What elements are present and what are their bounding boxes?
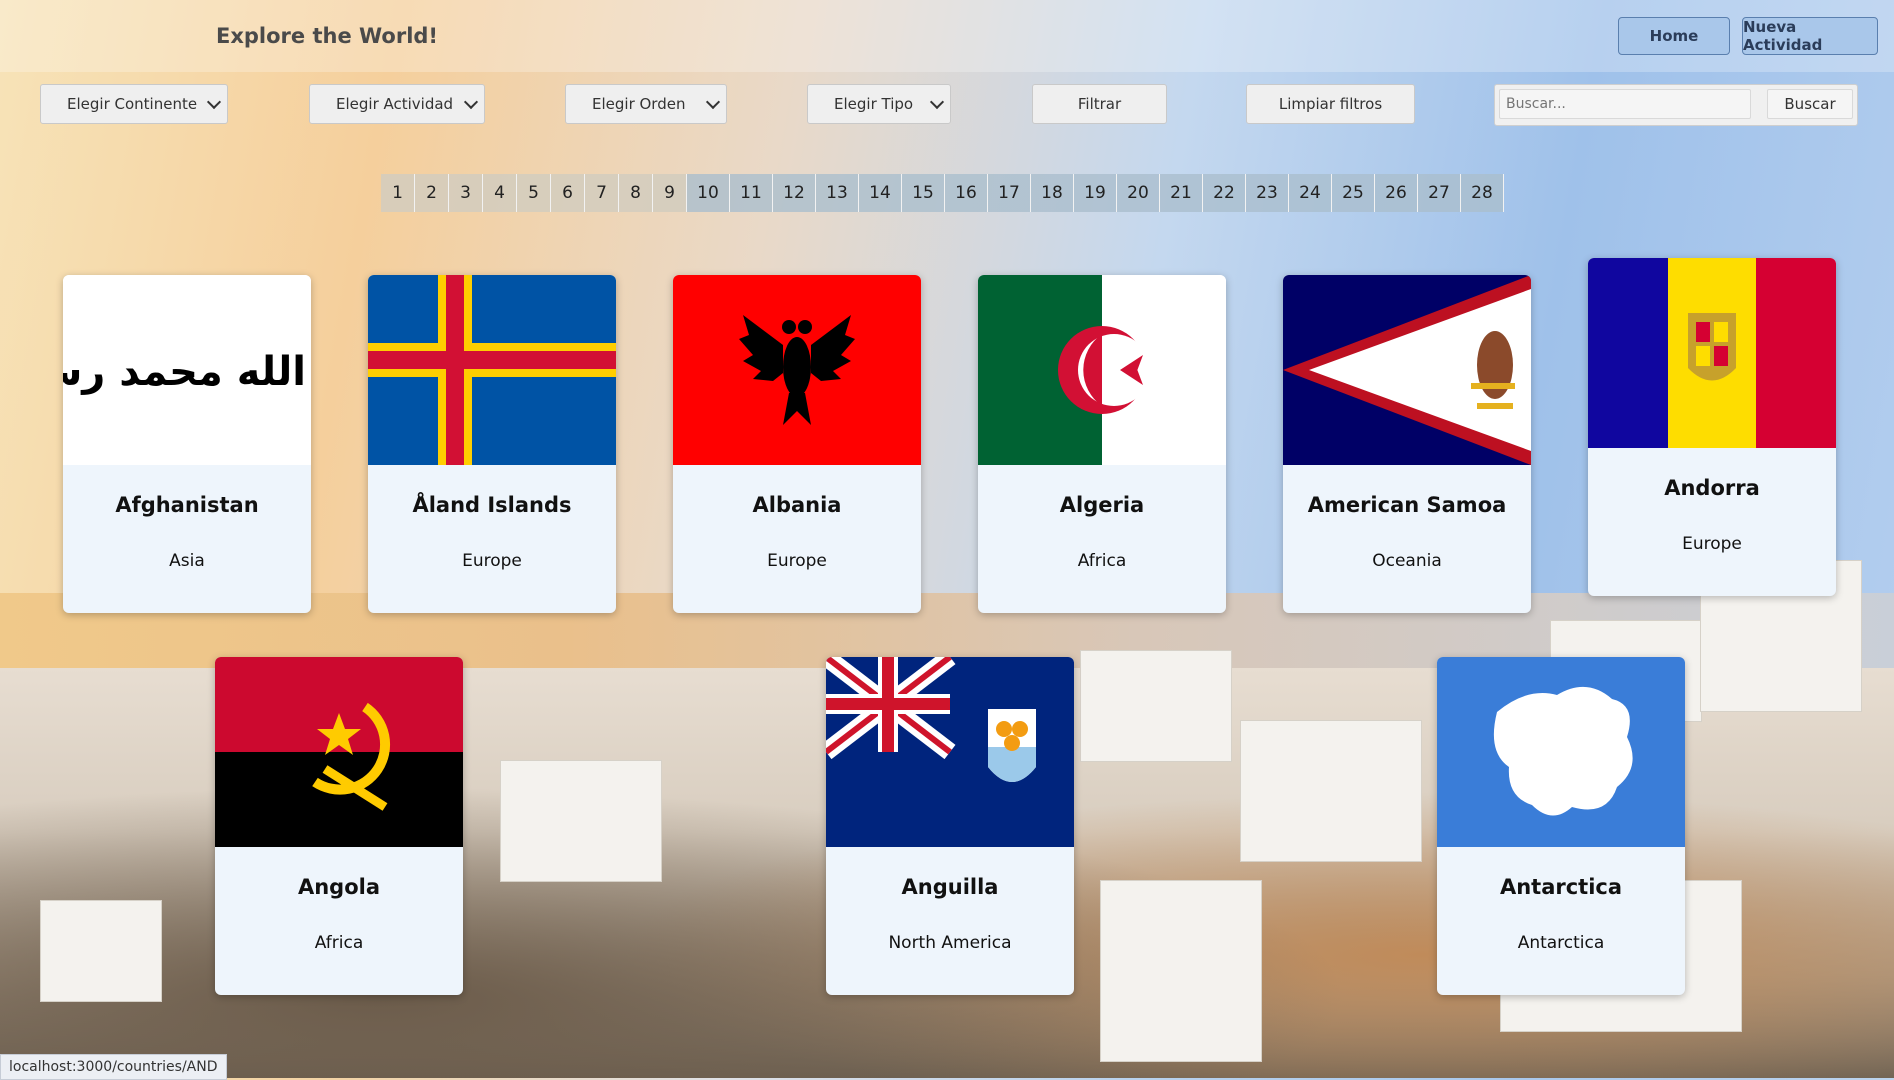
country-continent: North America: [888, 933, 1012, 953]
page-button[interactable]: 15: [902, 174, 945, 212]
country-name: American Samoa: [1307, 493, 1507, 517]
order-select[interactable]: Elegir Orden: [565, 84, 727, 124]
search-button[interactable]: Buscar: [1767, 89, 1853, 119]
page-button[interactable]: 7: [585, 174, 619, 212]
clear-filters-button[interactable]: Limpiar filtros: [1246, 84, 1415, 124]
chevron-down-icon: [206, 94, 222, 110]
page-button[interactable]: 14: [859, 174, 902, 212]
country-continent: Africa: [1077, 551, 1127, 571]
page-button[interactable]: 6: [551, 174, 585, 212]
flag-algeria: [978, 275, 1226, 465]
type-select-value: Elegir Tipo: [834, 95, 914, 113]
page-button[interactable]: 28: [1461, 174, 1504, 212]
page-button[interactable]: 9: [653, 174, 687, 212]
flag-albania: [673, 275, 921, 465]
country-card-afghanistan[interactable]: لا اله الا الله محمد رسول الله Afghanist…: [63, 275, 311, 613]
page-button[interactable]: 27: [1418, 174, 1461, 212]
page-button[interactable]: 25: [1332, 174, 1375, 212]
flag-andorra: [1588, 258, 1836, 448]
pagination: 1 2 3 4 5 6 7 8 9 10 11 12 13 14 15 16 1…: [381, 174, 1504, 212]
page-button[interactable]: 16: [945, 174, 988, 212]
country-name: Antarctica: [1499, 875, 1623, 899]
country-name: Andorra: [1664, 476, 1760, 500]
page-button[interactable]: 20: [1117, 174, 1160, 212]
country-name: Algeria: [1059, 493, 1145, 517]
country-continent: Europe: [462, 551, 522, 571]
new-activity-button[interactable]: Nueva Actividad: [1742, 17, 1878, 55]
flag-american-samoa: [1283, 275, 1531, 465]
country-continent: Europe: [767, 551, 827, 571]
page-button[interactable]: 8: [619, 174, 653, 212]
country-name: Albania: [752, 493, 842, 517]
country-name: Anguilla: [901, 875, 999, 899]
page-button[interactable]: 5: [517, 174, 551, 212]
flag-antarctica: [1437, 657, 1685, 847]
continent-select-value: Elegir Continente: [67, 95, 198, 113]
country-continent: Europe: [1682, 534, 1742, 554]
country-continent: Antarctica: [1517, 933, 1605, 953]
country-name: Angola: [297, 875, 381, 899]
search-form: Buscar: [1494, 84, 1858, 126]
country-card-albania[interactable]: Albania Europe: [673, 275, 921, 613]
page-button[interactable]: 26: [1375, 174, 1418, 212]
page-button[interactable]: 19: [1074, 174, 1117, 212]
continent-select[interactable]: Elegir Continente: [40, 84, 228, 124]
filter-bar: Elegir Continente Elegir Actividad Elegi…: [0, 82, 1894, 128]
page-button[interactable]: 10: [687, 174, 730, 212]
page-button[interactable]: 22: [1203, 174, 1246, 212]
page-button[interactable]: 23: [1246, 174, 1289, 212]
country-card-andorra[interactable]: Andorra Europe: [1588, 258, 1836, 596]
page-button[interactable]: 17: [988, 174, 1031, 212]
flag-afghanistan: لا اله الا الله محمد رسول الله: [63, 275, 311, 465]
country-card-antarctica[interactable]: Antarctica Antarctica: [1437, 657, 1685, 995]
country-name: Åland Islands: [412, 493, 572, 517]
filter-button[interactable]: Filtrar: [1032, 84, 1167, 124]
page-button[interactable]: 11: [730, 174, 773, 212]
page-button[interactable]: 12: [773, 174, 816, 212]
country-card-angola[interactable]: Angola Africa: [215, 657, 463, 995]
home-button[interactable]: Home: [1618, 17, 1730, 55]
chevron-down-icon: [463, 94, 479, 110]
flag-anguilla: [826, 657, 1074, 847]
search-input[interactable]: [1499, 89, 1751, 119]
chevron-down-icon: [929, 94, 945, 110]
activity-select-value: Elegir Actividad: [336, 95, 454, 113]
page-button[interactable]: 4: [483, 174, 517, 212]
country-name: Afghanistan: [115, 493, 259, 517]
country-continent: Asia: [169, 551, 205, 571]
flag-angola: [215, 657, 463, 847]
order-select-value: Elegir Orden: [592, 95, 686, 113]
type-select[interactable]: Elegir Tipo: [807, 84, 951, 124]
country-card-algeria[interactable]: Algeria Africa: [978, 275, 1226, 613]
page-button[interactable]: 13: [816, 174, 859, 212]
country-card-aland-islands[interactable]: Åland Islands Europe: [368, 275, 616, 613]
page-title: Explore the World!: [216, 24, 439, 48]
page-button[interactable]: 3: [449, 174, 483, 212]
country-continent: Oceania: [1372, 551, 1442, 571]
country-card-american-samoa[interactable]: American Samoa Oceania: [1283, 275, 1531, 613]
activity-select[interactable]: Elegir Actividad: [309, 84, 485, 124]
page-button[interactable]: 24: [1289, 174, 1332, 212]
country-continent: Africa: [314, 933, 364, 953]
country-card-anguilla[interactable]: Anguilla North America: [826, 657, 1074, 995]
browser-status-url: localhost:3000/countries/AND: [0, 1054, 227, 1080]
page-button[interactable]: 18: [1031, 174, 1074, 212]
flag-aland-islands: [368, 275, 616, 465]
chevron-down-icon: [705, 94, 721, 110]
page-button[interactable]: 1: [381, 174, 415, 212]
top-bar: Explore the World! Home Nueva Actividad: [0, 0, 1894, 72]
page-button[interactable]: 2: [415, 174, 449, 212]
page-button[interactable]: 21: [1160, 174, 1203, 212]
shahada-text: لا اله الا الله محمد رسول الله: [63, 349, 311, 395]
